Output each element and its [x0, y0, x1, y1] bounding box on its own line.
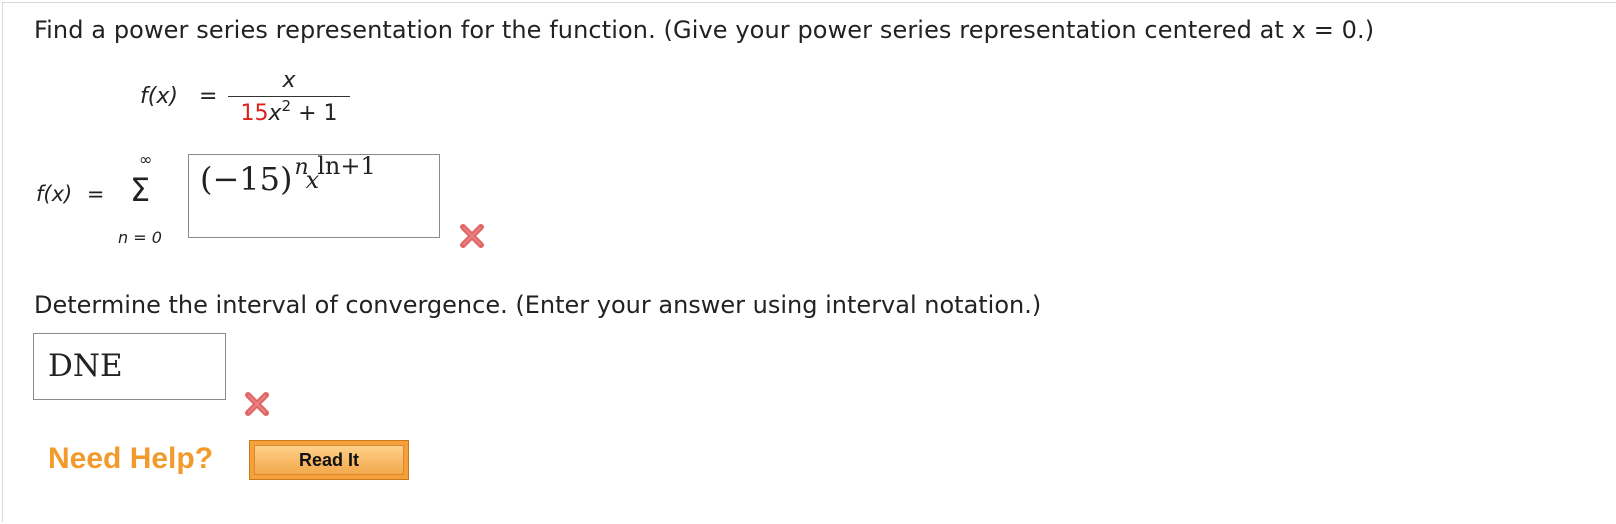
denominator-rest: + 1	[291, 101, 338, 126]
sum-upper-limit: ∞	[139, 150, 153, 169]
function-fraction: x 15x2 + 1	[226, 66, 352, 129]
interval-answer-input[interactable]: DNE	[33, 333, 226, 400]
sum-index: n = 0	[118, 228, 162, 247]
answer-exponent-rest: ln+1	[317, 152, 376, 180]
question1-prompt: Find a power series representation for t…	[34, 16, 1375, 44]
series-answer-value: (−15)nxln+1	[200, 152, 376, 198]
incorrect-x-icon	[243, 390, 271, 418]
sum-function-name: f(x)	[36, 182, 73, 206]
denominator-exponent: 2	[281, 97, 292, 115]
read-it-button[interactable]: Read It	[249, 440, 409, 480]
denominator-variable: x	[268, 101, 282, 126]
sum-lhs: f(x) =	[36, 182, 105, 206]
need-help-label: Need Help?	[48, 442, 214, 475]
read-it-label: Read It	[254, 445, 404, 475]
sum-equals-sign: =	[86, 182, 105, 206]
incorrect-x-icon	[458, 222, 486, 250]
denominator-coefficient: 15	[240, 101, 269, 126]
equals-sign: =	[198, 84, 218, 109]
function-name: f(x)	[140, 84, 178, 109]
interval-answer-value: DNE	[48, 348, 123, 384]
question2-prompt: Determine the interval of convergence. (…	[34, 291, 1042, 319]
fraction-numerator: x	[282, 68, 296, 93]
function-lhs: f(x) =	[140, 84, 217, 109]
sigma-symbol: Σ	[130, 171, 151, 209]
sum-lower-limit: n = 0	[118, 228, 162, 247]
fraction-denominator: 15x2 + 1	[226, 97, 352, 129]
answer-base: (−15)	[200, 160, 293, 198]
